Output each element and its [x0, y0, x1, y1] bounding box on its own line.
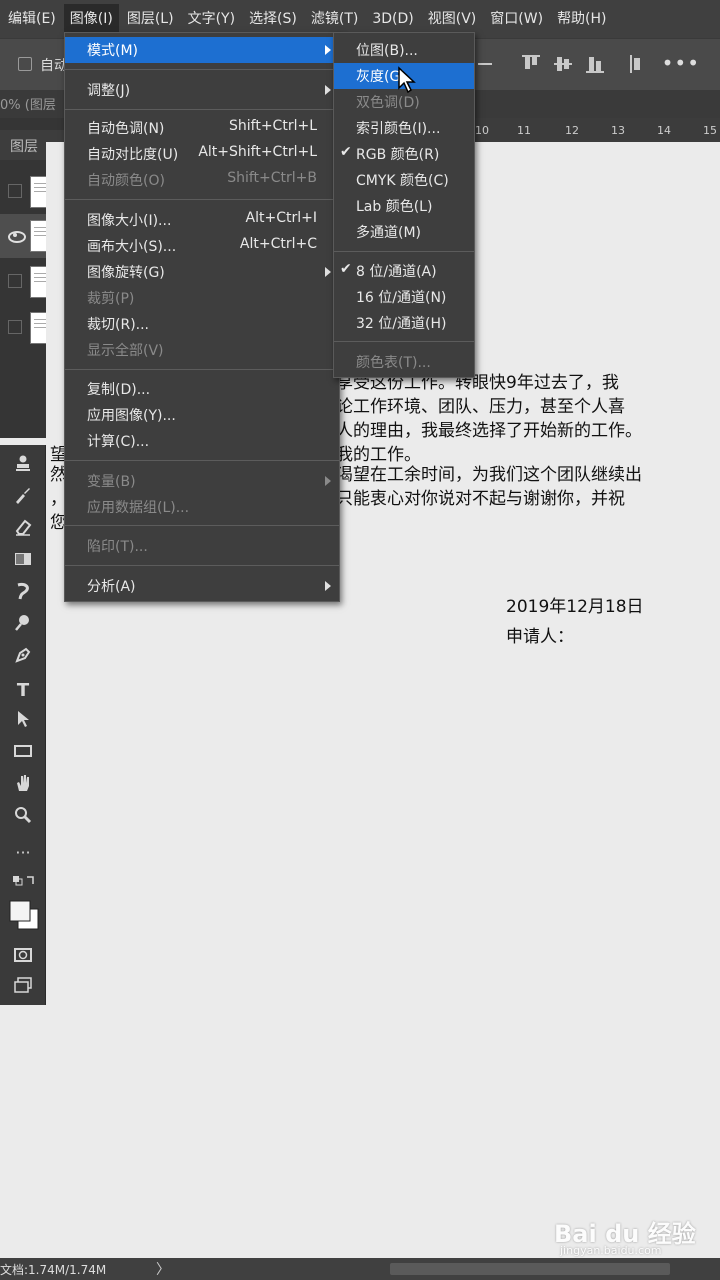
- menu-view[interactable]: 视图(V): [422, 4, 483, 34]
- menu-filter[interactable]: 滤镜(T): [305, 4, 364, 34]
- mouse-cursor-icon: [398, 66, 416, 94]
- menu-item-apply-data-set: 应用数据组(L)...: [87, 500, 190, 516]
- menu-item-color-table: 颜色表(T)...: [356, 355, 431, 371]
- visibility-toggle[interactable]: [8, 184, 22, 198]
- layers-tab-label: 图层: [10, 139, 38, 155]
- blur-icon[interactable]: [8, 581, 38, 609]
- ruler-tick: 10: [475, 124, 489, 137]
- hand-icon[interactable]: [8, 773, 38, 801]
- menu-image[interactable]: 图像(I): [63, 4, 119, 34]
- menu-item-calculations[interactable]: 计算(C)...: [65, 428, 339, 454]
- menu-item-32bit[interactable]: 32 位/通道(H): [334, 310, 474, 336]
- zoom-icon[interactable]: [8, 805, 38, 833]
- menu-item-apply-image[interactable]: 应用图像(Y)...: [65, 402, 339, 428]
- menu-item-cmyk-color[interactable]: CMYK 颜色(C): [334, 167, 474, 193]
- document-text-line: 人的理由，我最终选择了开始新的工作。: [336, 421, 642, 441]
- menu-3d[interactable]: 3D(D): [366, 4, 419, 34]
- ruler-tick: 11: [517, 124, 531, 137]
- stamp-icon[interactable]: [8, 453, 38, 481]
- menu-item-reveal-all: 显示全部(V): [87, 343, 164, 359]
- submenu-arrow-icon: [325, 267, 331, 277]
- menu-item-auto-color: 自动颜色(O) Shift+Ctrl+B: [87, 170, 317, 189]
- pen-icon[interactable]: [8, 645, 38, 673]
- menu-item-analysis[interactable]: 分析(A): [65, 573, 339, 599]
- menu-item-variables: 变量(B): [65, 468, 339, 494]
- chevron-right-icon[interactable]: 〉: [156, 1259, 170, 1279]
- horizontal-scrollbar[interactable]: [390, 1263, 670, 1275]
- dodge-icon[interactable]: [8, 613, 38, 641]
- visibility-toggle[interactable]: [8, 320, 22, 334]
- document-text-line: 只能衷心对你说对不起与谢谢你，并祝: [336, 489, 625, 509]
- menu-item-8bit[interactable]: ✔ 8 位/通道(A): [334, 258, 474, 284]
- watermark-url: jingyan.baidu.com: [560, 1244, 662, 1257]
- submenu-arrow-icon: [325, 85, 331, 95]
- horizontal-ruler[interactable]: 10 11 12 13 14 15: [473, 118, 720, 142]
- submenu-arrow-icon: [325, 581, 331, 591]
- menu-item-canvas-size[interactable]: 画布大小(S)... Alt+Ctrl+C: [65, 233, 339, 259]
- ruler-tick: 14: [657, 124, 671, 137]
- checkmark-icon: ✔: [340, 144, 352, 160]
- menu-item-duplicate[interactable]: 复制(D)...: [65, 376, 339, 402]
- menu-item-rgb-color[interactable]: ✔ RGB 颜色(R): [334, 141, 474, 167]
- document-tab-label: 0% (图层: [0, 98, 56, 113]
- menu-select[interactable]: 选择(S): [243, 4, 303, 34]
- auto-select-checkbox[interactable]: [18, 57, 32, 71]
- menu-item-auto-contrast[interactable]: 自动对比度(U) Alt+Shift+Ctrl+L: [65, 141, 339, 167]
- ruler-tick: 12: [565, 124, 579, 137]
- path-select-icon[interactable]: [8, 709, 38, 737]
- document-text-line: 渴望在工余时间，为我们这个团队继续出: [336, 465, 642, 485]
- align-top-icon[interactable]: [522, 55, 540, 73]
- screen-mode-icon[interactable]: [8, 975, 38, 1003]
- menu-item-crop: 裁剪(P): [87, 291, 135, 307]
- menu-item-trim[interactable]: 裁切(R)...: [65, 311, 339, 337]
- document-date: 2019年12月18日: [506, 597, 644, 617]
- tools-panel: T ···: [0, 445, 46, 1005]
- document-text-line: 论工作环境、团队、压力，甚至个人喜: [336, 397, 625, 417]
- ruler-tick: 15: [703, 124, 717, 137]
- gradient-icon[interactable]: [8, 549, 38, 577]
- image-menu: 模式(M) 调整(J) 自动色调(N) Shift+Ctrl+L 自动对比度(U)…: [64, 32, 340, 602]
- submenu-arrow-icon: [325, 45, 331, 55]
- watermark: Bai du 经验 jingyan.baidu.com: [548, 1200, 698, 1260]
- menu-item-indexed-color[interactable]: 索引颜色(I)...: [334, 115, 474, 141]
- color-swatches[interactable]: [8, 899, 39, 937]
- more-icon[interactable]: ···: [8, 839, 38, 867]
- type-icon[interactable]: T: [8, 677, 38, 705]
- history-brush-icon[interactable]: [8, 485, 38, 513]
- menu-item-lab-color[interactable]: Lab 颜色(L): [334, 193, 474, 219]
- document-size: 文档:1.74M/1.74M: [0, 1263, 107, 1277]
- menu-help[interactable]: 帮助(H): [551, 4, 612, 34]
- submenu-arrow-icon: [325, 476, 331, 486]
- swap-colors-icon[interactable]: [8, 871, 38, 899]
- align-vcenter-icon[interactable]: [554, 55, 572, 73]
- menu-item-multichannel[interactable]: 多通道(M): [334, 219, 474, 245]
- menu-item-trap: 陷印(T)...: [87, 539, 148, 555]
- visibility-toggle[interactable]: [8, 274, 22, 288]
- align-icon[interactable]: [478, 55, 496, 73]
- rectangle-icon[interactable]: [8, 741, 38, 769]
- status-bar: 文档:1.74M/1.74M 〉: [0, 1258, 720, 1280]
- menu-item-image-rotation[interactable]: 图像旋转(G): [65, 259, 339, 285]
- ruler-tick: 13: [611, 124, 625, 137]
- menu-layer[interactable]: 图层(L): [121, 4, 180, 34]
- menu-item-bitmap[interactable]: 位图(B)...: [334, 37, 474, 63]
- menu-edit[interactable]: 编辑(E): [2, 4, 62, 34]
- menu-item-mode[interactable]: 模式(M): [65, 37, 339, 63]
- distribute-icon[interactable]: [628, 55, 646, 73]
- checkmark-icon: ✔: [340, 261, 352, 277]
- eye-icon[interactable]: [8, 228, 26, 243]
- menu-window[interactable]: 窗口(W): [484, 4, 549, 34]
- align-bottom-icon[interactable]: [586, 55, 604, 73]
- quick-mask-icon[interactable]: [8, 945, 38, 973]
- menu-type[interactable]: 文字(Y): [182, 4, 241, 34]
- eraser-icon[interactable]: [8, 517, 38, 545]
- menu-item-image-size[interactable]: 图像大小(I)... Alt+Ctrl+I: [65, 207, 339, 233]
- menu-item-auto-tone[interactable]: 自动色调(N) Shift+Ctrl+L: [65, 115, 339, 141]
- more-options-icon[interactable]: •••: [662, 51, 700, 75]
- menu-item-16bit[interactable]: 16 位/通道(N): [334, 284, 474, 310]
- menu-item-adjust[interactable]: 调整(J): [65, 77, 339, 103]
- document-applicant: 申请人：: [506, 627, 574, 647]
